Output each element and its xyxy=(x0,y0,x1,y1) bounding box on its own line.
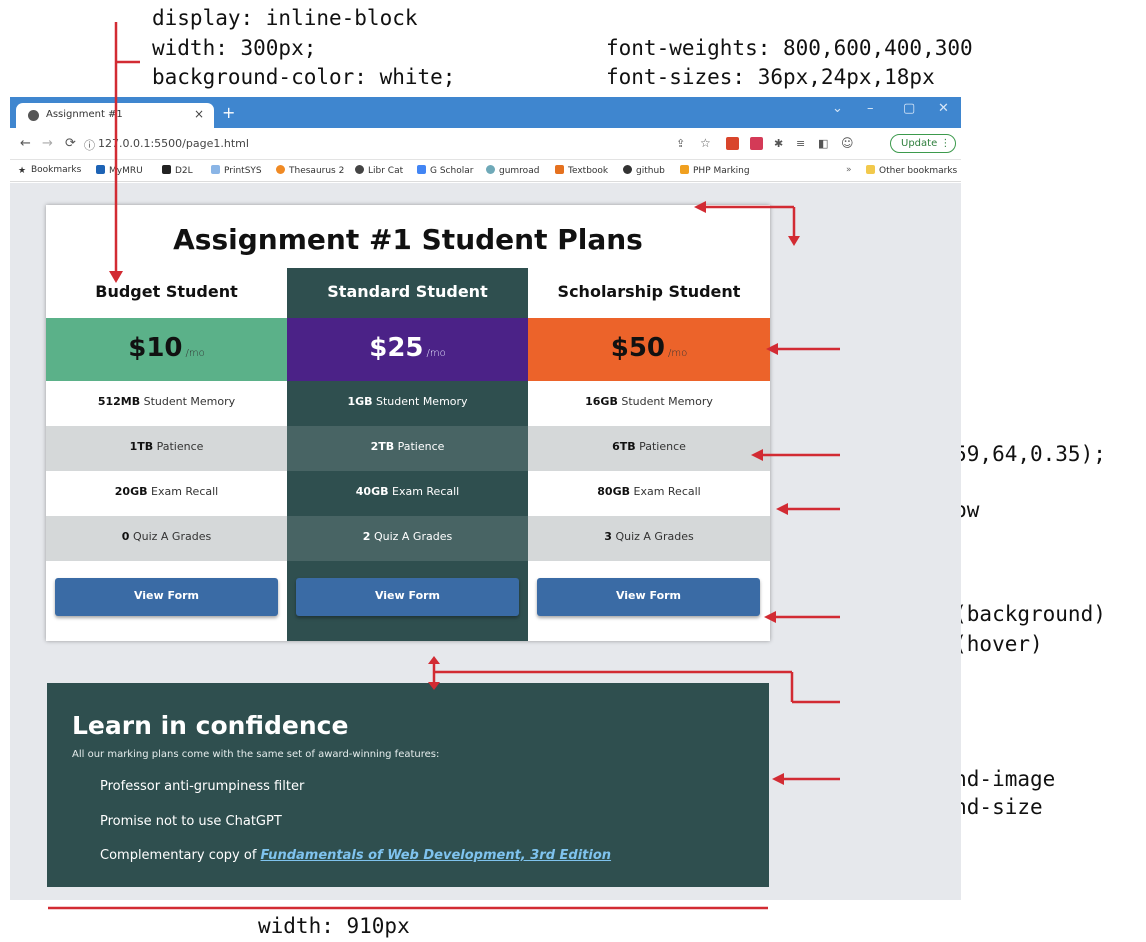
annotation-arrows xyxy=(48,22,840,910)
